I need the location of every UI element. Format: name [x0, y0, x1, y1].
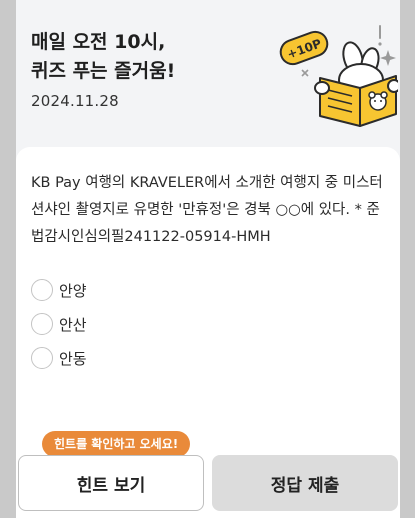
- quiz-title: 매일 오전 10시, 퀴즈 푸는 즐거움!: [31, 31, 176, 82]
- option-label: 안양: [59, 281, 87, 300]
- reading-mascot-icon: +10P: [279, 25, 398, 127]
- option-label: 안산: [59, 315, 87, 334]
- hint-tooltip: 힌트를 확인하고 오세요!: [42, 431, 191, 457]
- answer-options: 안양 안산 안동: [31, 273, 87, 375]
- question-text: KB Pay 여행의 KRAVELER에서 소개한 여행지 중 미스터 션샤인 …: [31, 175, 383, 245]
- option-label: 안동: [59, 349, 87, 368]
- radio-circle-icon[interactable]: [31, 279, 53, 301]
- option-2[interactable]: 안산: [31, 307, 87, 341]
- hint-button[interactable]: 힌트 보기: [18, 455, 204, 511]
- option-1[interactable]: 안양: [31, 273, 87, 307]
- quiz-date: 2024.11.28: [31, 92, 119, 110]
- radio-circle-icon[interactable]: [31, 313, 53, 335]
- option-3[interactable]: 안동: [31, 341, 87, 375]
- radio-circle-icon[interactable]: [31, 347, 53, 369]
- submit-answer-button[interactable]: 정답 제출: [212, 455, 398, 511]
- quiz-card: 매일 오전 10시, 퀴즈 푸는 즐거움! 2024.11.28 +10P KB…: [16, 0, 400, 518]
- point-badge-icon: +10P: [279, 30, 329, 66]
